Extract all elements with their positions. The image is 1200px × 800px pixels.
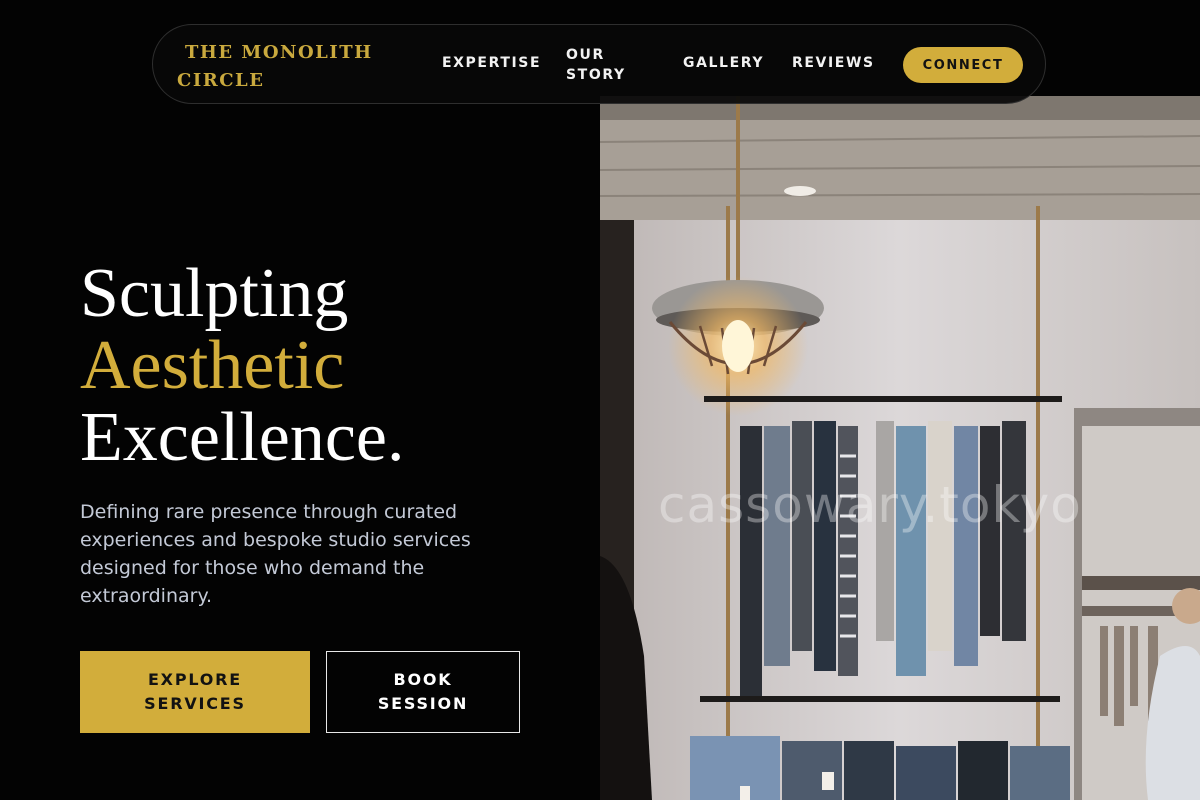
brand-logo[interactable]: THE MONOLITH CIRCLE xyxy=(177,39,377,95)
connect-button[interactable]: CONNECT xyxy=(903,47,1023,83)
image-watermark: cassowary.tokyo xyxy=(658,476,1082,534)
explore-services-button[interactable]: EXPLORE SERVICES xyxy=(80,651,310,733)
hero-headline: Sculpting Aesthetic Excellence. xyxy=(80,258,405,474)
headline-line-1: Sculpting xyxy=(80,255,349,332)
nav-link-our-story[interactable]: OUR STORY xyxy=(566,45,636,85)
headline-line-2-accent: Aesthetic xyxy=(80,327,345,404)
top-navigation: THE MONOLITH CIRCLE EXPERTISE OUR STORY … xyxy=(152,24,1046,104)
nav-link-expertise[interactable]: EXPERTISE xyxy=(442,55,541,71)
nav-link-reviews[interactable]: REVIEWS xyxy=(792,55,875,71)
book-session-button[interactable]: BOOK SESSION xyxy=(326,651,520,733)
hero-subtext: Defining rare presence through curated e… xyxy=(80,501,471,607)
hero-image-boutique-interior: cassowary.tokyo xyxy=(600,96,1200,800)
headline-line-3: Excellence. xyxy=(80,399,405,476)
nav-link-gallery[interactable]: GALLERY xyxy=(683,55,764,71)
